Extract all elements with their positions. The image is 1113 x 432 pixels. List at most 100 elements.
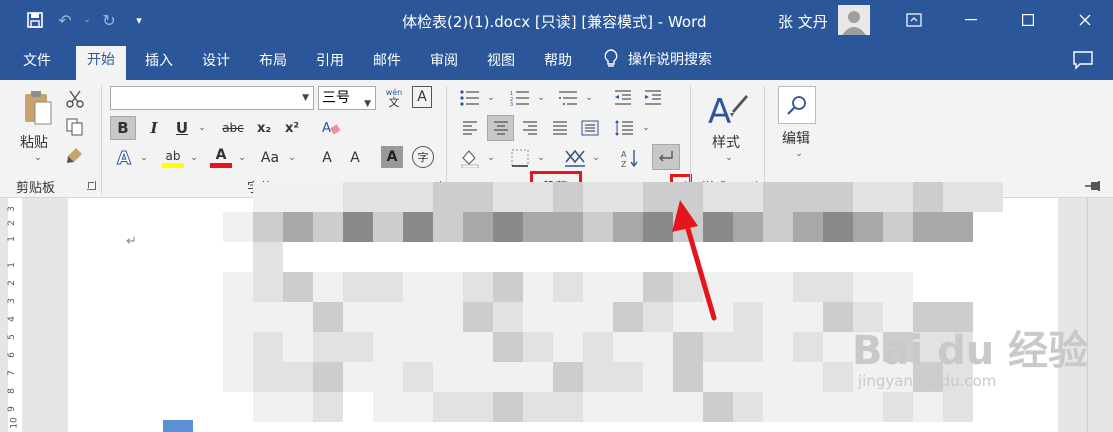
line-spacing-dropdown-icon[interactable]: ⌄ <box>640 116 652 140</box>
mosaic-cell <box>403 212 433 242</box>
text-effects-icon[interactable]: A <box>112 146 136 170</box>
tab-home[interactable]: 开始 <box>76 46 126 80</box>
tab-review[interactable]: 审阅 <box>419 48 469 80</box>
paste-icon[interactable] <box>18 86 58 130</box>
tab-insert[interactable]: 插入 <box>134 48 184 80</box>
phonetic-guide-icon[interactable]: wén 文 <box>381 86 407 110</box>
justify-icon[interactable] <box>548 116 572 140</box>
text-effects-dropdown-icon[interactable]: ⌄ <box>138 146 150 170</box>
tab-references[interactable]: 引用 <box>305 48 355 80</box>
tab-file[interactable]: 文件 <box>12 48 62 80</box>
multilevel-list-dropdown-icon[interactable]: ⌄ <box>583 88 595 108</box>
minimize-icon[interactable] <box>942 0 999 40</box>
mosaic-cell <box>733 332 763 362</box>
mosaic-cell <box>733 212 763 242</box>
font-name-box[interactable]: ▼ <box>110 86 314 110</box>
font-size-dropdown-icon[interactable]: ▼ <box>364 93 371 115</box>
italic-button[interactable]: I <box>142 116 166 140</box>
mosaic-cell <box>403 272 433 302</box>
save-icon[interactable] <box>22 8 48 32</box>
asian-layout-dropdown-icon[interactable]: ⌄ <box>590 146 602 170</box>
character-border-icon[interactable]: A <box>412 86 432 108</box>
mosaic-cell <box>253 272 283 302</box>
show-hide-marks-icon[interactable] <box>652 144 680 170</box>
bullets-dropdown-icon[interactable]: ⌄ <box>485 88 497 108</box>
enclose-characters-icon[interactable]: 字 <box>412 146 434 168</box>
font-color-dropdown-icon[interactable]: ⌄ <box>236 146 248 170</box>
close-icon[interactable] <box>1056 0 1113 40</box>
pin-ribbon-icon[interactable] <box>1085 180 1105 192</box>
ribbon-display-options-icon[interactable] <box>885 0 942 40</box>
undo-icon[interactable]: ↶ <box>52 8 78 32</box>
paste-label[interactable]: 粘贴 <box>20 132 48 152</box>
font-size-box[interactable]: 三号 ▼ <box>318 86 376 110</box>
font-color-icon[interactable]: A <box>208 146 234 170</box>
redo-icon[interactable]: ↻ <box>96 8 122 32</box>
numbering-dropdown-icon[interactable]: ⌄ <box>535 88 547 108</box>
character-shading-icon[interactable]: A <box>381 146 403 168</box>
cut-icon[interactable] <box>64 88 86 110</box>
line-spacing-icon[interactable] <box>612 116 636 140</box>
decrease-indent-icon[interactable] <box>612 88 634 108</box>
comments-icon[interactable] <box>1072 50 1094 70</box>
canvas-margin <box>30 198 68 432</box>
styles-gallery-icon[interactable]: A <box>704 86 750 132</box>
tell-me-search[interactable]: 操作说明搜索 <box>604 49 712 69</box>
bullets-icon[interactable] <box>458 88 482 108</box>
editing-search-icon[interactable] <box>778 86 816 124</box>
copy-icon[interactable] <box>64 116 86 138</box>
shrink-font-icon[interactable]: A <box>344 146 366 170</box>
underline-dropdown-icon[interactable]: ⌄ <box>196 116 208 140</box>
mosaic-cell <box>943 182 973 212</box>
change-case-dropdown-icon[interactable]: ⌄ <box>286 146 298 170</box>
align-right-icon[interactable] <box>518 116 542 140</box>
font-size-value: 三号 <box>322 90 350 106</box>
vertical-scrollbar[interactable] <box>1087 198 1113 432</box>
superscript-button[interactable]: x² <box>280 116 304 140</box>
maximize-icon[interactable] <box>999 0 1056 40</box>
mosaic-cell <box>463 302 493 332</box>
borders-icon[interactable] <box>508 146 532 170</box>
font-color-swatch <box>210 163 232 168</box>
shading-dropdown-icon[interactable]: ⌄ <box>485 146 497 170</box>
highlight-dropdown-icon[interactable]: ⌄ <box>188 146 200 170</box>
shading-icon[interactable] <box>458 146 482 170</box>
numbering-icon[interactable]: 123 <box>508 88 532 108</box>
align-center-icon[interactable] <box>487 115 514 141</box>
underline-button[interactable]: U <box>170 116 194 140</box>
mosaic-cell <box>853 182 883 212</box>
tab-help[interactable]: 帮助 <box>533 48 583 80</box>
bold-button[interactable]: B <box>110 116 136 140</box>
user-name[interactable]: 张 文丹 <box>778 11 828 32</box>
strikethrough-button[interactable]: abc <box>218 116 248 140</box>
tab-mailings[interactable]: 邮件 <box>362 48 412 80</box>
distributed-icon[interactable] <box>578 116 602 140</box>
highlight-icon[interactable]: ab <box>160 146 186 170</box>
change-case-button[interactable]: Aa <box>256 146 284 170</box>
editing-dropdown-icon[interactable]: ⌄ <box>793 148 805 160</box>
mosaic-cell <box>493 332 523 362</box>
multilevel-list-icon[interactable] <box>556 88 580 108</box>
tab-view[interactable]: 视图 <box>476 48 526 80</box>
mosaic-cell <box>793 362 823 392</box>
font-name-dropdown-icon[interactable]: ▼ <box>302 93 309 103</box>
tab-design[interactable]: 设计 <box>191 48 241 80</box>
undo-dropdown-icon[interactable]: ⌄ <box>82 8 92 32</box>
borders-dropdown-icon[interactable]: ⌄ <box>535 146 547 170</box>
tab-layout[interactable]: 布局 <box>248 48 298 80</box>
sort-icon[interactable]: AZ <box>618 146 642 170</box>
avatar[interactable] <box>838 5 870 35</box>
styles-label[interactable]: 样式 <box>712 132 740 152</box>
increase-indent-icon[interactable] <box>642 88 664 108</box>
editing-label[interactable]: 编辑 <box>782 128 810 148</box>
subscript-button[interactable]: x₂ <box>252 116 276 140</box>
align-left-icon[interactable] <box>458 116 482 140</box>
clear-formatting-icon[interactable]: A <box>318 116 344 140</box>
clipboard-launcher-icon[interactable] <box>87 181 96 190</box>
styles-dropdown-icon[interactable]: ⌄ <box>723 152 735 164</box>
format-painter-icon[interactable] <box>64 144 86 166</box>
grow-font-icon[interactable]: A <box>316 146 338 170</box>
asian-layout-icon[interactable] <box>562 146 588 170</box>
paste-dropdown-icon[interactable]: ⌄ <box>32 152 44 164</box>
customize-qat-icon[interactable]: ▾ <box>126 8 152 32</box>
